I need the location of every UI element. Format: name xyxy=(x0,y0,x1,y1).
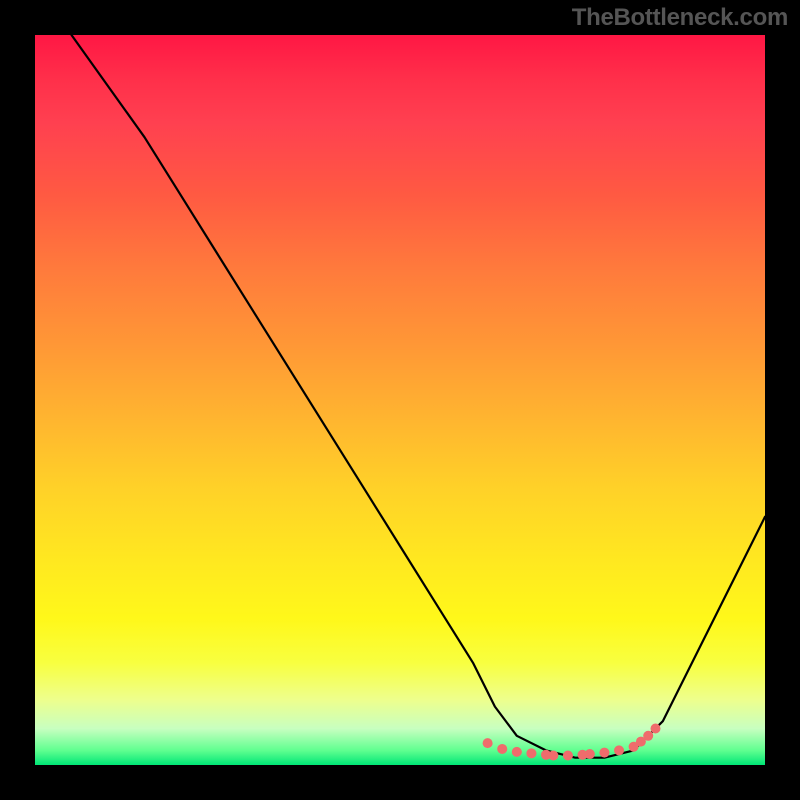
bottleneck-curve xyxy=(72,35,766,758)
chart-container: TheBottleneck.com xyxy=(0,0,800,800)
data-points xyxy=(483,724,661,761)
watermark-label: TheBottleneck.com xyxy=(572,4,788,32)
chart-svg xyxy=(35,35,765,765)
